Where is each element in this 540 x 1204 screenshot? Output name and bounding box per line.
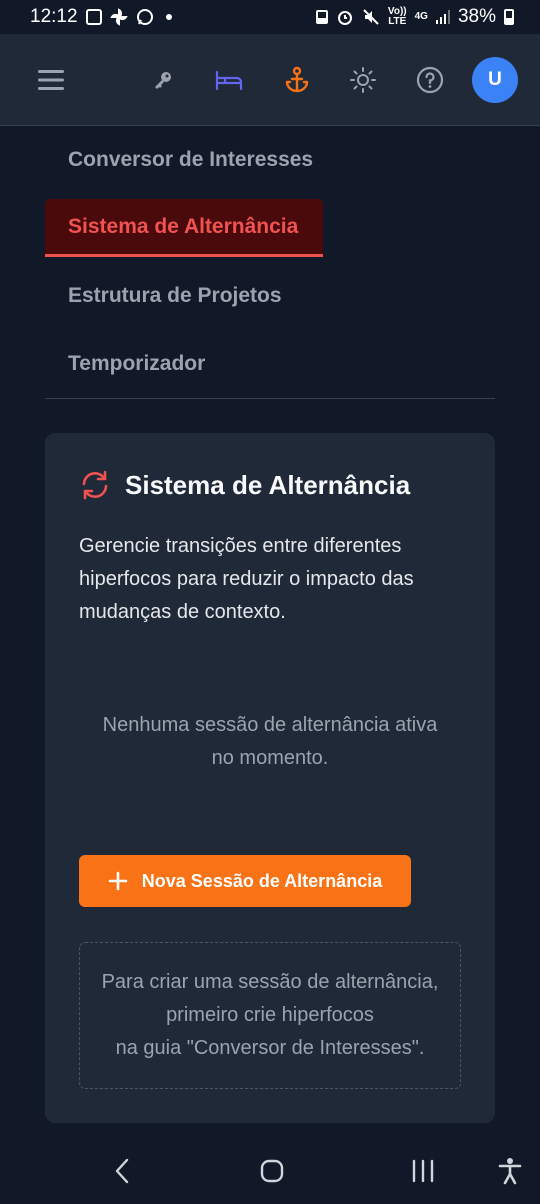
recents-button[interactable] — [401, 1138, 445, 1204]
empty-state-message: Nenhuma sessão de alternância ativa no m… — [102, 714, 438, 769]
section-nav: Conversor de Interesses Sistema de Alter… — [45, 126, 495, 399]
status-bar-left: 12:12 — [30, 6, 172, 28]
status-time: 12:12 — [30, 6, 78, 27]
accessibility-icon — [498, 1158, 522, 1185]
card-header: Sistema de Alternância — [79, 469, 410, 501]
menu-button[interactable] — [30, 34, 72, 126]
status-bar-right: Vo)) LTE 4G 38% — [315, 6, 514, 28]
refresh-icon — [82, 470, 108, 500]
bed-icon — [215, 70, 243, 91]
battery-saver-icon — [315, 10, 328, 24]
tab-conversor-de-interesses[interactable]: Conversor de Interesses — [45, 126, 495, 194]
home-icon — [260, 1159, 284, 1183]
card-title: Sistema de Alternância — [125, 469, 411, 500]
back-button[interactable] — [100, 1138, 144, 1204]
alarm-icon — [337, 11, 352, 25]
new-session-button[interactable]: Nova Sessão de Alternância — [79, 855, 411, 907]
home-button[interactable] — [250, 1138, 294, 1204]
tab-temporizador[interactable]: Temporizador — [45, 330, 495, 398]
new-session-label: Nova Sessão de Alternância — [141, 870, 383, 891]
status-bar: 12:12 Vo)) LTE 4G 38% — [0, 0, 540, 34]
sun-icon — [350, 67, 376, 93]
back-icon — [115, 1158, 129, 1184]
user-menu-button[interactable]: U — [471, 34, 519, 126]
theme-toggle-button[interactable] — [346, 34, 380, 126]
battery-icon — [504, 9, 514, 25]
menu-icon — [38, 70, 64, 90]
hint-box: Para criar uma sessão de alternância, pr… — [79, 942, 461, 1089]
anchor-button[interactable] — [278, 34, 316, 126]
system-nav-bar — [0, 1138, 540, 1204]
network-indicator: 4G — [414, 11, 428, 22]
battery-percent: 38% — [457, 6, 496, 27]
anchor-icon — [285, 66, 309, 93]
mute-icon — [363, 9, 379, 25]
pinwheel-notification-icon — [109, 8, 128, 26]
alternation-card: Sistema de Alternância Gerencie transiçõ… — [45, 433, 495, 1123]
help-button[interactable] — [413, 34, 447, 126]
bed-button[interactable] — [210, 34, 248, 126]
tab-estrutura-de-projetos[interactable]: Estrutura de Projetos — [45, 262, 495, 330]
tab-sistema-de-alternancia[interactable]: Sistema de Alternância — [45, 199, 323, 257]
help-icon — [416, 66, 444, 94]
card-description: Gerencie transições entre diferentes hip… — [79, 535, 414, 623]
nav-divider — [45, 398, 495, 399]
gallery-notification-icon — [85, 9, 102, 25]
key-button[interactable] — [146, 34, 180, 126]
volte-indicator: Vo)) LTE — [387, 6, 407, 27]
recents-icon — [412, 1159, 434, 1183]
key-icon — [155, 72, 171, 89]
avatar: U — [472, 57, 518, 103]
app-header: U — [0, 34, 540, 126]
accessibility-button[interactable] — [490, 1138, 530, 1204]
whatsapp-notification-icon — [136, 9, 153, 25]
more-notifications-dot — [165, 14, 172, 20]
plus-icon — [108, 871, 128, 891]
signal-icon — [435, 10, 450, 24]
